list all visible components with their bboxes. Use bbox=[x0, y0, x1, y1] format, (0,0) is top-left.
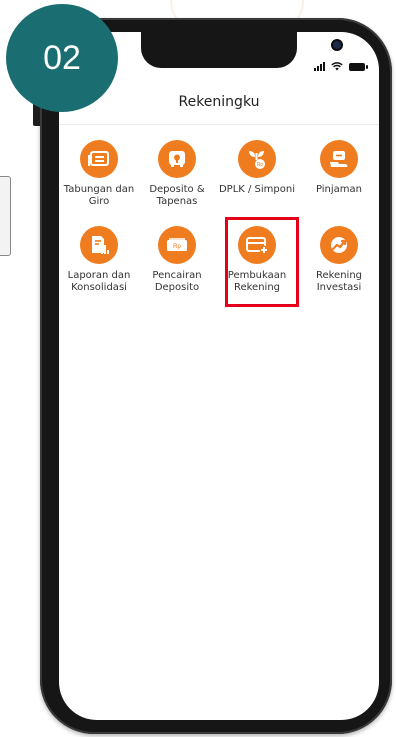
menu-label: DPLK / Simponi bbox=[218, 184, 296, 195]
passbook-icon bbox=[80, 140, 118, 178]
page-title: Rekeningku bbox=[178, 94, 260, 110]
menu-item-tabungan[interactable]: Tabungan dan Giro bbox=[59, 140, 141, 208]
highlight-box bbox=[225, 217, 299, 307]
battery-icon bbox=[349, 62, 368, 71]
trend-up-icon bbox=[320, 226, 358, 264]
status-bar bbox=[314, 62, 368, 71]
svg-text:Rp: Rp bbox=[257, 162, 264, 168]
menu-label: Laporan dan Konsolidasi bbox=[67, 270, 131, 293]
menu-label: Rekening Investasi bbox=[315, 270, 363, 293]
step-badge: 02 bbox=[6, 4, 118, 112]
header-divider bbox=[59, 124, 379, 125]
menu-item-deposito[interactable]: Deposito & Tapenas bbox=[135, 140, 219, 208]
menu-label: Pencairan Deposito bbox=[152, 270, 202, 293]
wifi-icon bbox=[331, 62, 343, 71]
menu-label: Deposito & Tapenas bbox=[149, 184, 205, 207]
menu-label: Tabungan dan Giro bbox=[63, 184, 135, 207]
menu-label: Pinjaman bbox=[315, 184, 363, 195]
menu-item-pinjaman[interactable]: Pinjaman bbox=[297, 140, 379, 196]
camera-icon bbox=[333, 41, 341, 49]
svg-text:Rp: Rp bbox=[173, 244, 181, 250]
signal-icon bbox=[314, 62, 325, 71]
cash-note-icon: Rp bbox=[158, 226, 196, 264]
hand-loan-icon bbox=[320, 140, 358, 178]
menu-item-laporan[interactable]: Laporan dan Konsolidasi bbox=[59, 226, 141, 294]
menu-item-rekening-investasi[interactable]: Rekening Investasi bbox=[297, 226, 379, 294]
phone-screen: Rekeningku Tabungan dan Giro Deposito & … bbox=[59, 32, 379, 720]
safe-box-icon bbox=[158, 140, 196, 178]
menu-item-dplk[interactable]: Rp DPLK / Simponi bbox=[215, 140, 299, 196]
side-tab bbox=[0, 176, 11, 256]
report-icon bbox=[80, 226, 118, 264]
menu-item-pencairan[interactable]: Rp Pencairan Deposito bbox=[135, 226, 219, 294]
money-plant-icon: Rp bbox=[238, 140, 276, 178]
notch bbox=[141, 32, 341, 68]
